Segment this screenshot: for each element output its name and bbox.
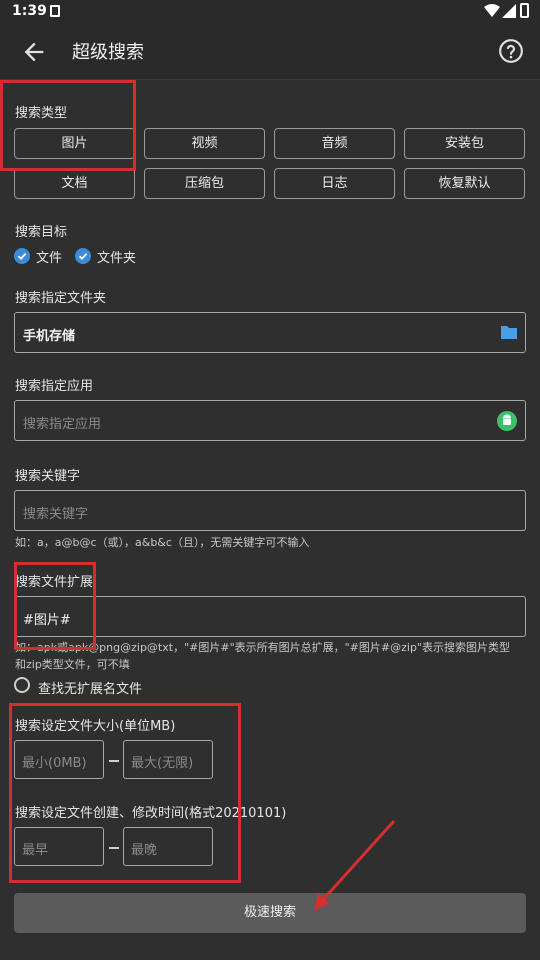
page-title: 超级搜索	[72, 42, 144, 63]
extension-hint-line2: 和zip类型文件，可不填	[15, 658, 130, 671]
time-label: 搜索设定文件创建、修改时间(格式20210101)	[15, 806, 287, 821]
type-chip-documents[interactable]: 文档	[14, 168, 135, 199]
folder-field[interactable]: 手机存储	[14, 312, 526, 353]
size-max-field[interactable]: 最大(无限)	[123, 740, 213, 779]
type-chip-audio[interactable]: 音频	[274, 128, 395, 159]
size-min-placeholder: 最小(0MB)	[22, 756, 87, 771]
search-keyword-label: 搜索关键字	[15, 469, 81, 484]
time-min-field[interactable]: 最早	[14, 827, 104, 866]
keyword-placeholder: 搜索关键字	[23, 507, 89, 522]
size-min-field[interactable]: 最小(0MB)	[14, 740, 104, 779]
type-chip-reset[interactable]: 恢复默认	[404, 168, 525, 199]
search-folder-label: 搜索指定文件夹	[15, 291, 107, 306]
search-type-label: 搜索类型	[15, 106, 68, 121]
folder-value: 手机存储	[23, 329, 76, 344]
status-time: 1:39	[12, 3, 47, 19]
time-max-placeholder: 最晚	[131, 843, 158, 858]
android-icon[interactable]	[497, 411, 517, 431]
battery-icon	[520, 3, 529, 18]
app-bar: 超级搜索	[0, 24, 540, 80]
type-chip-logs[interactable]: 日志	[274, 168, 395, 199]
type-chip-archives[interactable]: 压缩包	[144, 168, 265, 199]
back-arrow-icon[interactable]	[20, 38, 48, 66]
app-placeholder: 搜索指定应用	[23, 417, 102, 432]
fast-search-button[interactable]: 极速搜索	[14, 893, 526, 933]
type-chip-videos[interactable]: 视频	[144, 128, 265, 159]
help-icon[interactable]	[498, 38, 524, 64]
size-max-placeholder: 最大(无限)	[131, 756, 194, 771]
type-chip-images[interactable]: 图片	[14, 128, 135, 159]
target-file-label: 文件	[36, 250, 63, 266]
notification-icon	[50, 5, 60, 17]
app-bar-divider	[0, 79, 540, 80]
checkbox-checked-icon[interactable]	[14, 248, 30, 264]
keyword-field[interactable]: 搜索关键字	[14, 490, 526, 531]
extension-hint-line1: 如：apk或apk@png@zip@txt，"#图片#"表示所有图片总扩展，"#…	[15, 641, 510, 654]
keyword-hint: 如：a，a@b@c（或），a&b&c（且），无需关键字可不输入	[15, 536, 310, 549]
checkbox-checked-icon[interactable]	[75, 248, 91, 264]
no-extension-label: 查找无扩展名文件	[38, 682, 143, 697]
time-max-field[interactable]: 最晚	[123, 827, 213, 866]
time-range-separator	[109, 847, 119, 849]
target-folder-label: 文件夹	[97, 250, 137, 266]
target-folder-option[interactable]: 文件夹	[75, 247, 137, 266]
app-field[interactable]: 搜索指定应用	[14, 400, 526, 441]
signal-icon	[502, 4, 516, 18]
no-extension-radio[interactable]	[14, 677, 30, 693]
size-range-separator	[109, 760, 119, 762]
annotation-arrow-icon	[314, 819, 396, 911]
search-target-label: 搜索目标	[15, 225, 68, 240]
type-chip-apk[interactable]: 安装包	[404, 128, 525, 159]
wifi-icon	[484, 4, 500, 17]
extension-value: #图片#	[23, 613, 71, 628]
extension-field[interactable]: #图片#	[14, 596, 526, 637]
size-label: 搜索设定文件大小(单位MB)	[15, 719, 176, 734]
target-file-option[interactable]: 文件	[14, 247, 63, 266]
time-min-placeholder: 最早	[22, 843, 49, 858]
search-extension-label: 搜索文件扩展	[15, 575, 94, 590]
folder-icon[interactable]	[500, 324, 518, 340]
status-bar: 1:39	[0, 0, 540, 24]
search-app-label: 搜索指定应用	[15, 379, 94, 394]
